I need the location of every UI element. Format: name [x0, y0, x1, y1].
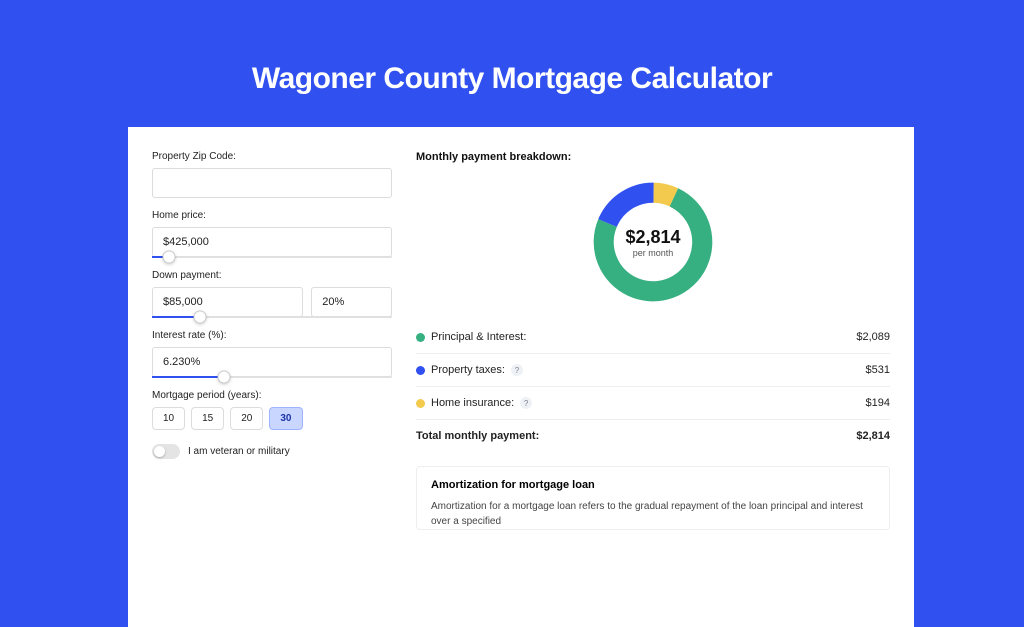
breakdown-title: Monthly payment breakdown:: [416, 151, 890, 163]
legend-row: Principal & Interest: $2,089: [416, 321, 890, 353]
field-down-payment: Down payment:: [152, 270, 392, 318]
legend-text: Principal & Interest:: [431, 331, 526, 343]
period-option-20[interactable]: 20: [230, 407, 263, 430]
legend-label: Property taxes:?: [416, 364, 523, 376]
label-down-payment: Down payment:: [152, 270, 392, 281]
amortization-text: Amortization for a mortgage loan refers …: [431, 499, 875, 529]
slider-knob[interactable]: [218, 371, 231, 384]
legend-label: Home insurance:?: [416, 397, 532, 409]
label-mortgage-period: Mortgage period (years):: [152, 390, 392, 401]
down-payment-row: [152, 287, 392, 317]
help-icon[interactable]: ?: [520, 397, 532, 409]
home-price-input[interactable]: [152, 227, 392, 257]
down-payment-pct-input[interactable]: [311, 287, 392, 317]
veteran-toggle[interactable]: [152, 444, 180, 459]
interest-rate-slider[interactable]: [152, 376, 392, 378]
home-price-slider[interactable]: [152, 256, 392, 258]
down-payment-input[interactable]: [152, 287, 303, 317]
help-icon[interactable]: ?: [511, 364, 523, 376]
legend-label: Principal & Interest:: [416, 331, 526, 343]
legend-dot-icon: [416, 399, 425, 408]
legend-text: Home insurance:: [431, 397, 514, 409]
field-home-price: Home price:: [152, 210, 392, 258]
label-zip: Property Zip Code:: [152, 151, 392, 162]
legend-row: Home insurance:? $194: [416, 386, 890, 419]
zip-input[interactable]: [152, 168, 392, 198]
amortization-title: Amortization for mortgage loan: [431, 479, 875, 491]
form-column: Property Zip Code: Home price: Down paym…: [152, 151, 392, 627]
period-option-30[interactable]: 30: [269, 407, 302, 430]
donut-chart-wrap: $2,814 per month: [416, 173, 890, 321]
slider-knob[interactable]: [194, 311, 207, 324]
legend-text: Property taxes:: [431, 364, 505, 376]
slider-fill: [152, 376, 224, 378]
legend-dot-icon: [416, 366, 425, 375]
amortization-card: Amortization for mortgage loan Amortizat…: [416, 466, 890, 530]
label-interest-rate: Interest rate (%):: [152, 330, 392, 341]
legend-total-amount: $2,814: [856, 430, 890, 442]
donut-chart: $2,814 per month: [588, 177, 718, 307]
legend-total-label: Total monthly payment:: [416, 430, 539, 442]
field-mortgage-period: Mortgage period (years): 10 15 20 30: [152, 390, 392, 430]
donut-center: $2,814 per month: [588, 177, 718, 307]
down-payment-slider[interactable]: [152, 316, 392, 318]
legend-amount: $2,089: [856, 331, 890, 343]
field-zip: Property Zip Code:: [152, 151, 392, 198]
calculator-panel: Property Zip Code: Home price: Down paym…: [128, 127, 914, 627]
field-veteran: I am veteran or military: [152, 444, 392, 459]
legend-row: Property taxes:? $531: [416, 353, 890, 386]
page-title: Wagoner County Mortgage Calculator: [0, 0, 1024, 96]
donut-sublabel: per month: [633, 248, 674, 258]
period-option-10[interactable]: 10: [152, 407, 185, 430]
period-option-15[interactable]: 15: [191, 407, 224, 430]
legend-total-row: Total monthly payment: $2,814: [416, 419, 890, 452]
label-home-price: Home price:: [152, 210, 392, 221]
interest-rate-input[interactable]: [152, 347, 392, 377]
field-interest-rate: Interest rate (%):: [152, 330, 392, 378]
breakdown-column: Monthly payment breakdown: $2,814 per mo…: [416, 151, 890, 627]
donut-amount: $2,814: [625, 227, 680, 248]
legend-rows: Principal & Interest: $2,089 Property taxe…: [416, 321, 890, 452]
slider-knob[interactable]: [162, 251, 175, 264]
legend-amount: $194: [866, 397, 890, 409]
legend-dot-icon: [416, 333, 425, 342]
label-veteran: I am veteran or military: [188, 446, 290, 457]
legend-amount: $531: [866, 364, 890, 376]
period-options: 10 15 20 30: [152, 407, 392, 430]
